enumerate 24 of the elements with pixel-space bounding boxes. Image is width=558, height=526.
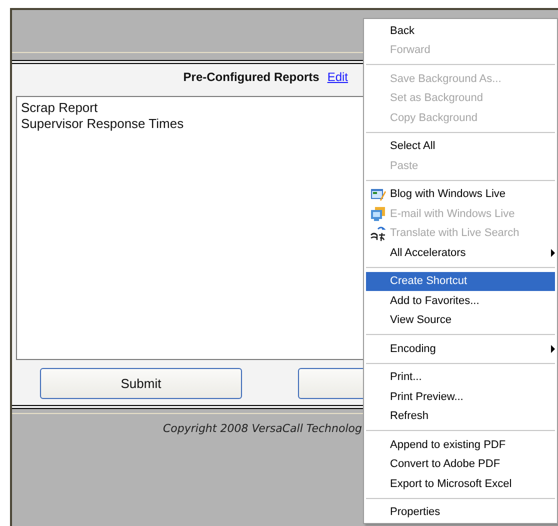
submenu-arrow-icon [551,345,555,353]
menu-item[interactable]: Properties [366,502,555,522]
menu-item[interactable]: Blog with Windows Live [366,184,555,204]
blog-icon [370,186,386,202]
submit-button[interactable]: Submit [40,368,242,399]
email-icon [370,206,386,222]
translate-icon [370,226,386,242]
menu-item[interactable]: Add to Favorites... [366,291,555,310]
menu-item[interactable]: Create Shortcut [366,272,555,291]
menu-item[interactable]: All Accelerators [366,243,555,262]
menu-item[interactable]: Convert to Adobe PDF [366,454,555,474]
menu-item[interactable]: Refresh [366,406,555,426]
panel-heading: Pre-Configured Reports [183,70,320,84]
menu-item[interactable]: View Source [366,310,555,330]
menu-item[interactable]: Print... [366,368,555,387]
edit-link[interactable]: Edit [327,70,348,84]
menu-item[interactable]: Export to Microsoft Excel [366,474,555,494]
menu-item[interactable]: Print Preview... [366,387,555,406]
menu-item[interactable]: Select All [366,136,555,156]
menu-item[interactable]: Encoding [366,339,555,358]
submenu-arrow-icon [551,249,555,257]
copyright-text: Copyright 2008 VersaCall Technolog [162,422,362,436]
menu-item[interactable]: Back [366,21,555,40]
menu-item[interactable]: Append to existing PDF [366,435,555,454]
